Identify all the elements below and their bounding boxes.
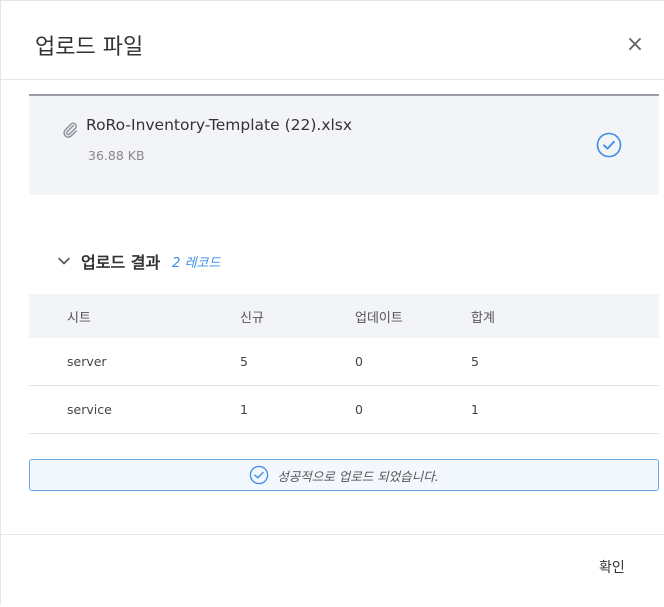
file-card: RoRo-Inventory-Template (22).xlsx 36.88 … — [29, 94, 659, 195]
check-circle-icon — [596, 132, 622, 158]
results-toggle[interactable]: 업로드 결과 2 레코드 — [57, 249, 220, 273]
close-icon[interactable]: × — [621, 31, 649, 59]
column-header-updated: 업데이트 — [355, 310, 403, 326]
column-header-new: 신규 — [240, 310, 264, 326]
cell-new: 1 — [240, 402, 248, 417]
dialog-footer: 확인 — [1, 534, 664, 607]
cell-total: 1 — [471, 402, 479, 417]
chevron-down-icon — [58, 257, 70, 265]
file-size: 36.88 KB — [88, 148, 145, 163]
file-name: RoRo-Inventory-Template (22).xlsx — [86, 116, 353, 134]
dialog-header: 업로드 파일 × — [1, 1, 664, 80]
success-message: 성공적으로 업로드 되었습니다. — [29, 459, 659, 491]
cell-total: 5 — [471, 354, 479, 369]
cell-updated: 0 — [355, 354, 363, 369]
results-table: 시트 신규 업데이트 합계 server 5 0 5 service 1 0 1 — [29, 294, 659, 434]
success-text: 성공적으로 업로드 되었습니다. — [277, 468, 439, 484]
cell-new: 5 — [240, 354, 248, 369]
results-title: 업로드 결과 — [81, 253, 161, 272]
confirm-button[interactable]: 확인 — [599, 557, 625, 577]
record-count: 2 레코드 — [172, 255, 221, 271]
cell-sheet: service — [67, 402, 112, 417]
column-header-sheet: 시트 — [67, 310, 91, 326]
paperclip-icon — [63, 122, 77, 138]
cell-updated: 0 — [355, 402, 363, 417]
check-circle-icon — [249, 465, 269, 485]
table-header: 시트 신규 업데이트 합계 — [29, 294, 659, 338]
table-row: server 5 0 5 — [29, 338, 659, 386]
column-header-total: 합계 — [471, 310, 495, 326]
dialog-title: 업로드 파일 — [35, 35, 144, 60]
upload-dialog: 업로드 파일 × RoRo-Inventory-Template (22).xl… — [0, 0, 664, 605]
cell-sheet: server — [67, 354, 107, 369]
table-row: service 1 0 1 — [29, 386, 659, 434]
